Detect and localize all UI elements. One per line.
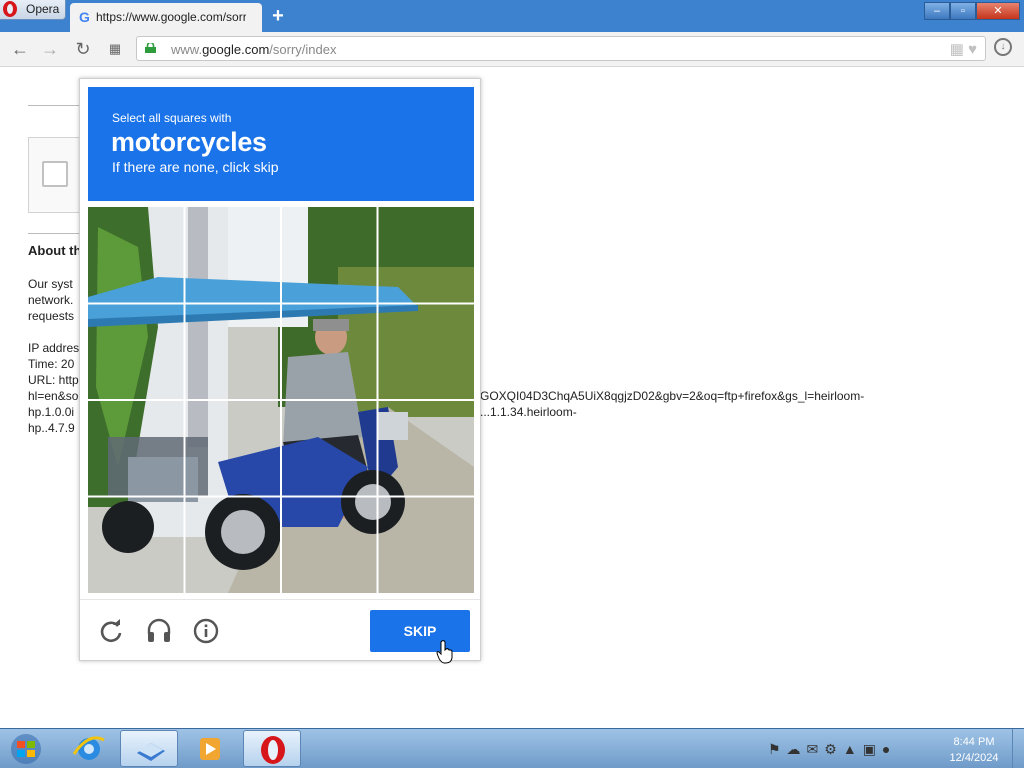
- address-bar[interactable]: www.google.com/sorry/index ▦ ♥: [136, 36, 986, 61]
- start-button-icon[interactable]: [4, 732, 48, 766]
- opera-menu-label: Opera: [26, 2, 60, 16]
- media-player-icon: [200, 738, 220, 760]
- paragraph-line-1: Our syst: [28, 277, 73, 291]
- maximize-button[interactable]: ▫: [950, 2, 976, 20]
- taskbar-clock[interactable]: 8:44 PM 12/4/2024: [940, 734, 1008, 766]
- info-time: Time: 20: [28, 357, 75, 371]
- internet-explorer-icon: [72, 736, 105, 760]
- info-url: URL: http: [28, 373, 79, 387]
- forward-arrow-icon[interactable]: →: [40, 39, 60, 59]
- taskbar-internet-explorer[interactable]: [60, 730, 118, 767]
- tab-title: https://www.google.com/sorry/index: [96, 10, 246, 24]
- divider-top: [28, 105, 80, 106]
- info-ip: IP addres: [28, 341, 80, 355]
- info-icon[interactable]: [193, 618, 219, 644]
- speed-dial-grid-icon[interactable]: ▦: [105, 39, 125, 59]
- opera-logo-icon: [3, 1, 17, 17]
- audio-challenge-icon[interactable]: [146, 618, 172, 644]
- info-url-line-4: hp..4.7.9: [28, 421, 75, 435]
- captcha-image-grid: [88, 207, 474, 593]
- url-path: /sorry/index: [269, 42, 337, 57]
- title-bar: Opera G https://www.google.com/sorry/ind…: [0, 0, 1024, 32]
- captcha-challenge-popup: Select all squares with motorcycles If t…: [79, 78, 481, 661]
- url-domain: google.com: [202, 42, 270, 57]
- info-url-line-2: hl=en&so: [28, 389, 79, 403]
- info-url-line-3: hp.1.0.0i: [28, 405, 75, 419]
- divider-middle: [28, 233, 80, 234]
- opera-menu-button[interactable]: Opera: [0, 0, 66, 20]
- download-icon[interactable]: ↓: [994, 38, 1012, 56]
- close-window-button[interactable]: ✕: [976, 2, 1020, 20]
- captcha-target-object: motorcycles: [111, 127, 267, 157]
- explorer-icon: [137, 743, 165, 761]
- hand-cursor-icon: [436, 640, 453, 664]
- about-heading: About th: [28, 243, 82, 258]
- skip-button[interactable]: SKIP: [370, 610, 470, 652]
- paragraph-line-2: network.: [28, 293, 74, 307]
- clock-date: 12/4/2024: [949, 752, 999, 764]
- url-tail-line-2: ...1.1.34.heirloom-: [480, 405, 577, 419]
- url-prefix: www.: [171, 42, 203, 57]
- paragraph-line-3: requests: [28, 309, 75, 323]
- captcha-footer: SKIP: [80, 599, 480, 662]
- reload-icon[interactable]: ↻: [73, 39, 93, 59]
- google-favicon-icon: G: [79, 9, 90, 25]
- url-tail-line-1: GOXQI04D3ChqA5UiX8qgjzD02&gbv=2&oq=ftp+f…: [480, 389, 865, 403]
- opera-icon: [261, 736, 285, 764]
- minimize-button[interactable]: –: [924, 2, 950, 20]
- captcha-hint: If there are none, click skip: [112, 159, 279, 175]
- taskbar-media-player[interactable]: [181, 730, 239, 767]
- navigation-bar: ← → ↻ ▦ www.google.com/sorry/index ▦ ♥ ↓: [0, 32, 1024, 67]
- recaptcha-checkbox[interactable]: [42, 161, 68, 187]
- bookmark-heart-icon[interactable]: ▦ ♥: [950, 40, 977, 58]
- show-desktop-button[interactable]: [1012, 729, 1024, 768]
- reload-challenge-icon[interactable]: [98, 618, 124, 644]
- taskbar-windows-explorer[interactable]: [120, 730, 178, 767]
- taskbar-opera[interactable]: [243, 730, 301, 767]
- lock-icon: [145, 43, 156, 53]
- url-text: www.google.com/sorry/index: [171, 42, 336, 57]
- taskbar: ⚑☁✉⚙▲▣● 8:44 PM 12/4/2024: [0, 728, 1024, 768]
- street-scene-image: [88, 207, 474, 593]
- back-arrow-icon[interactable]: ←: [10, 39, 30, 59]
- system-tray-icons[interactable]: ⚑☁✉⚙▲▣●: [768, 741, 896, 758]
- captcha-header: Select all squares with motorcycles If t…: [88, 87, 474, 201]
- tab-google-sorry[interactable]: G https://www.google.com/sorry/index: [70, 3, 262, 32]
- captcha-instruction: Select all squares with: [112, 111, 232, 125]
- new-tab-button[interactable]: +: [268, 6, 288, 26]
- clock-time: 8:44 PM: [953, 736, 995, 748]
